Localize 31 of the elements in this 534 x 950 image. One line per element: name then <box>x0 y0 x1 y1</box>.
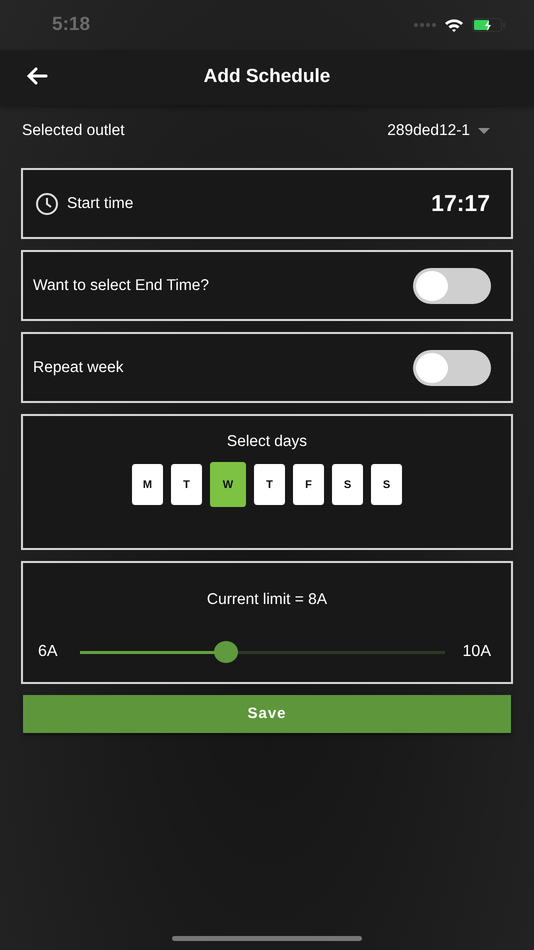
day-button[interactable]: M <box>132 464 163 506</box>
status-time: 5:18 <box>52 12 90 37</box>
current-limit-title: Current limit = 8A <box>206 590 328 610</box>
wifi-icon <box>444 18 464 32</box>
max-label: 10A <box>462 642 491 662</box>
slider-thumb[interactable] <box>214 641 238 664</box>
start-time-card[interactable]: Start time 17:17 <box>21 168 513 239</box>
save-button[interactable]: Save <box>23 695 511 733</box>
clock-icon <box>35 192 59 216</box>
outlet-label: Selected outlet <box>22 121 125 142</box>
caret-icon <box>478 128 490 134</box>
day-button[interactable]: T <box>171 464 202 506</box>
toggle-switch[interactable] <box>413 350 491 386</box>
min-label: 6A <box>38 642 58 662</box>
day-button[interactable]: W <box>210 462 246 508</box>
select-days-title: Select days <box>226 432 308 452</box>
back-button[interactable] <box>26 67 48 85</box>
battery-icon <box>472 18 506 32</box>
current-slider[interactable] <box>80 641 445 664</box>
signal-icon <box>414 22 436 28</box>
start-time-value: 17:17 <box>431 189 490 218</box>
day-button[interactable]: S <box>332 464 363 506</box>
outlet-dropdown[interactable]: 289ded12-1 <box>387 119 490 143</box>
start-time-label: Start time <box>67 194 134 214</box>
day-button[interactable]: S <box>371 464 402 506</box>
toggle-label: Want to select End Time? <box>33 276 210 296</box>
toggle-label: Repeat week <box>33 358 124 378</box>
day-button[interactable]: F <box>293 464 324 506</box>
toggle-switch[interactable] <box>413 268 491 304</box>
day-button[interactable]: T <box>254 464 285 506</box>
screen-title: Add Schedule <box>204 65 330 90</box>
